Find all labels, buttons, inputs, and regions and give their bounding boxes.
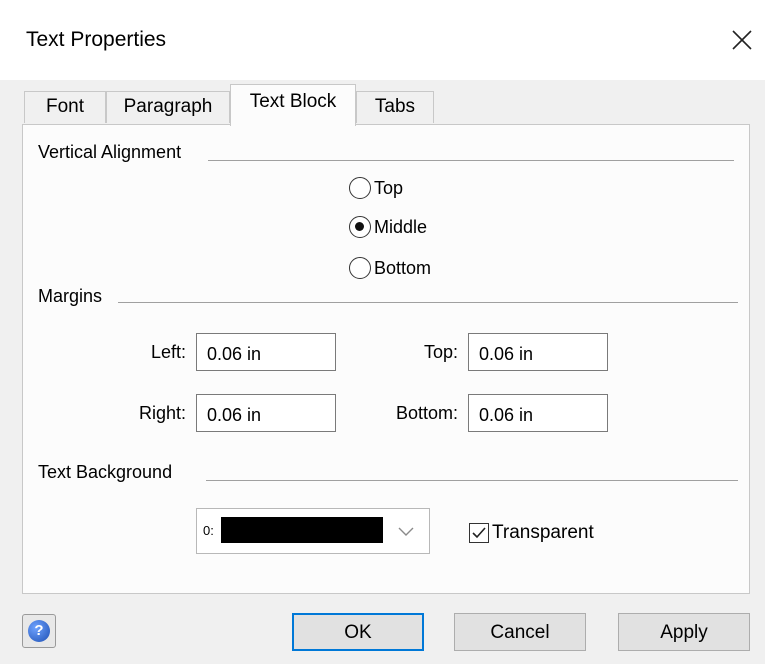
text-background-divider	[206, 480, 738, 481]
radio-middle[interactable]: Middle	[349, 214, 427, 240]
radio-selected-dot	[355, 222, 364, 231]
margins-divider	[118, 302, 738, 303]
background-color-dropdown[interactable]: 0:	[196, 508, 430, 554]
apply-button[interactable]: Apply	[618, 613, 750, 651]
text-properties-dialog: Text Properties Font Paragraph Text Bloc…	[0, 0, 765, 664]
left-margin-label: Left:	[150, 342, 186, 362]
dialog-title: Text Properties	[26, 28, 167, 51]
checkmark-icon	[472, 527, 486, 539]
radio-bottom-label: Bottom	[374, 257, 432, 278]
radio-middle-circle	[349, 216, 371, 238]
bottom-margin-field[interactable]: 0.06 in	[468, 394, 608, 432]
chevron-down-icon	[398, 527, 414, 536]
transparent-checkbox-box	[469, 523, 489, 543]
radio-middle-label: Middle	[374, 216, 428, 237]
vertical-alignment-divider	[208, 160, 734, 161]
tab-text-block[interactable]: Text Block	[230, 84, 356, 126]
close-icon	[732, 30, 752, 50]
right-margin-field[interactable]: 0.06 in	[196, 394, 336, 432]
help-button[interactable]: ?	[22, 614, 56, 648]
transparent-checkbox[interactable]: Transparent	[469, 522, 594, 544]
tab-tabs[interactable]: Tabs	[356, 91, 434, 123]
radio-top[interactable]: Top	[349, 175, 403, 201]
left-margin-field[interactable]: 0.06 in	[196, 333, 336, 371]
color-swatch	[221, 517, 383, 543]
top-margin-field[interactable]: 0.06 in	[468, 333, 608, 371]
title-bar: Text Properties	[0, 0, 765, 80]
radio-top-circle	[349, 177, 371, 199]
color-index-label: 0:	[203, 523, 214, 538]
close-button[interactable]	[724, 22, 760, 58]
cancel-button[interactable]: Cancel	[454, 613, 586, 651]
text-background-label: Text Background	[38, 462, 177, 483]
margins-label: Margins	[38, 286, 107, 307]
top-margin-label: Top:	[423, 342, 458, 362]
help-icon: ?	[28, 620, 50, 642]
tab-font[interactable]: Font	[24, 91, 106, 123]
radio-top-label: Top	[374, 177, 404, 198]
tab-paragraph[interactable]: Paragraph	[106, 91, 230, 123]
ok-button[interactable]: OK	[292, 613, 424, 651]
transparent-label: Transparent	[492, 522, 594, 543]
vertical-alignment-label: Vertical Alignment	[38, 142, 186, 163]
radio-bottom-circle	[349, 257, 371, 279]
radio-bottom[interactable]: Bottom	[349, 255, 431, 281]
right-margin-label: Right:	[138, 403, 186, 423]
bottom-margin-label: Bottom:	[395, 403, 458, 423]
